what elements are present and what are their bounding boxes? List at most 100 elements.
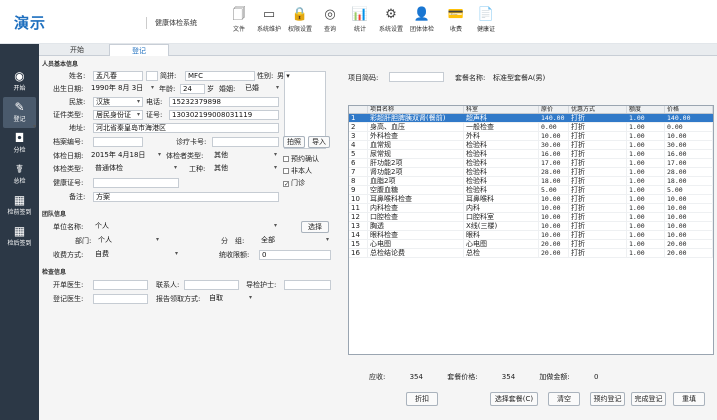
- limit-field[interactable]: 0: [259, 250, 331, 260]
- table-row[interactable]: 12 口腔检查 口腔科室 10.00 打折 1.00 10.00: [349, 213, 713, 222]
- table-cell: 打折: [569, 159, 627, 167]
- package-name-label: 套餐名称:: [455, 74, 486, 82]
- nonlocal-checkbox[interactable]: 非本人: [283, 166, 312, 176]
- table-row[interactable]: 16 总检结论费 总检 20.00 打折 1.00 20.00: [349, 249, 713, 258]
- sidebar-item-5[interactable]: ▦ 检前签到: [3, 190, 36, 221]
- table-cell: 1.00: [627, 177, 665, 185]
- table-row[interactable]: 11 内科检查 内科 10.00 打折 1.00 10.00: [349, 204, 713, 213]
- health-cert-field[interactable]: [93, 178, 179, 188]
- import-button[interactable]: 导入: [308, 136, 330, 148]
- registrar-field[interactable]: [93, 294, 148, 304]
- table-row[interactable]: 3 外科检查 外科 10.00 打折 1.00 10.00: [349, 132, 713, 141]
- clear-button[interactable]: 清空: [548, 392, 580, 406]
- table-cell: 口腔科室: [464, 213, 539, 221]
- table-cell: 检验科: [464, 168, 539, 176]
- gender-select[interactable]: 男 ▾: [277, 71, 290, 81]
- table-cell: 1.00: [627, 222, 665, 230]
- table-row[interactable]: 6 肝功能2项 检验科 17.00 打折 1.00 17.00: [349, 159, 713, 168]
- pay-select[interactable]: 自费: [93, 250, 180, 260]
- table-cell: 1.00: [627, 240, 665, 248]
- toolbar-3-button[interactable]: 🔒 权限设置: [283, 6, 317, 33]
- address-field[interactable]: 河北省秦皇岛市海港区: [93, 123, 279, 133]
- table-cell: 1.00: [627, 141, 665, 149]
- toolbar-label: 健康证: [476, 26, 495, 33]
- discount-button[interactable]: 折扣: [406, 392, 438, 406]
- dept-select[interactable]: 个人: [96, 236, 161, 246]
- toolbar-1-button[interactable]: 🗍 文件: [222, 6, 256, 33]
- select-package-button[interactable]: 选择套餐(C): [490, 392, 538, 406]
- table-cell: 打折: [569, 150, 627, 158]
- unit-select[interactable]: 个人: [93, 222, 279, 232]
- toolbar-7-button[interactable]: 👤 团体体检: [405, 6, 439, 33]
- sidebar-item-4[interactable]: ☤ 总检: [3, 159, 36, 190]
- color-box[interactable]: [146, 71, 158, 81]
- idtype-select[interactable]: 居民身份证: [93, 110, 143, 120]
- sidebar-item-6[interactable]: ▦ 检后签到: [3, 221, 36, 252]
- table-cell: 打折: [569, 177, 627, 185]
- contact-field[interactable]: [184, 280, 239, 290]
- table-row[interactable]: 9 空腹血糖 检验科 5.00 打折 1.00 5.00: [349, 186, 713, 195]
- select-unit-button[interactable]: 选择: [301, 221, 329, 233]
- name-field[interactable]: 孟凡春: [93, 71, 143, 81]
- exam-date-picker[interactable]: 2015年 4月18日: [89, 151, 163, 161]
- column-header[interactable]: 项目名称: [368, 106, 464, 113]
- toolbar-8-button[interactable]: 💳 收费: [439, 6, 473, 33]
- sidebar-item-3[interactable]: ◘ 分检: [3, 128, 36, 159]
- medcard-field[interactable]: [212, 137, 279, 147]
- table-row[interactable]: 10 耳鼻喉科检查 耳鼻喉科 10.00 打折 1.00 10.00: [349, 195, 713, 204]
- table-row[interactable]: 15 心电图 心电图 20.00 打折 1.00 20.00: [349, 240, 713, 249]
- toolbar-4-button[interactable]: ◎ 查询: [313, 6, 347, 33]
- column-header[interactable]: [349, 106, 368, 113]
- table-cell: 打折: [569, 195, 627, 203]
- age-field[interactable]: 24: [180, 84, 205, 94]
- column-header[interactable]: 价格: [665, 106, 713, 113]
- doctor-open-field[interactable]: [93, 280, 148, 290]
- appointment-register-button[interactable]: 预约登记: [590, 392, 625, 406]
- toolbar-2-button[interactable]: ▭ 系统维护: [252, 6, 286, 33]
- table-row[interactable]: 5 尿常规 检验科 16.00 打折 1.00 16.00: [349, 150, 713, 159]
- job-select[interactable]: 其他: [212, 164, 279, 174]
- toolbar-5-button[interactable]: 📊 统计: [343, 6, 377, 33]
- totals-bar: 应收: 354 套餐价格: 354 加做金额: 0: [369, 372, 620, 382]
- table-row[interactable]: 4 血常规 检验科 30.00 打折 1.00 30.00: [349, 141, 713, 150]
- column-header[interactable]: 额度: [627, 106, 665, 113]
- group-select[interactable]: 全部: [259, 236, 331, 246]
- ethnic-select[interactable]: 汉族: [93, 97, 143, 107]
- idno-field[interactable]: 130302199008031119: [169, 110, 279, 120]
- toolbar-9-button[interactable]: 📄 健康证: [469, 6, 503, 33]
- tab-start[interactable]: 开始: [47, 44, 107, 56]
- remark-field[interactable]: 方案: [93, 192, 279, 202]
- reset-button[interactable]: 重填: [673, 392, 705, 406]
- exam-type-select[interactable]: 普通体检: [93, 164, 179, 174]
- marital-select[interactable]: 已婚: [243, 84, 281, 94]
- column-header[interactable]: 优惠方式: [569, 106, 627, 113]
- column-header[interactable]: 原价: [539, 106, 569, 113]
- report-select[interactable]: 自取: [207, 294, 254, 304]
- sidebar-item-2[interactable]: ✎ 登记: [3, 97, 36, 128]
- archive-field[interactable]: [93, 137, 143, 147]
- exam-patient-select[interactable]: 其他: [212, 151, 279, 161]
- pay-label: 收费方式:: [53, 251, 84, 259]
- column-header[interactable]: 科室: [464, 106, 539, 113]
- table-row[interactable]: 1 彩超肝胆脾胰双肾(餐前) 超声科 140.00 打折 1.00 140.00: [349, 114, 713, 123]
- table-row[interactable]: 13 胸透 X线(三楼) 10.00 打折 1.00 10.00: [349, 222, 713, 231]
- table-row[interactable]: 8 血脂2项 检验科 18.00 打折 1.00 18.00: [349, 177, 713, 186]
- nurse-field[interactable]: [284, 280, 331, 290]
- project-code-field[interactable]: [389, 72, 444, 82]
- table-cell: 打折: [569, 213, 627, 221]
- complete-register-button[interactable]: 完成登记: [631, 392, 666, 406]
- table-row[interactable]: 2 身高、血压 一般检查 0.00 打折 1.00 0.00: [349, 123, 713, 132]
- phone-field[interactable]: 15232379898: [169, 97, 279, 107]
- outpatient-checkbox[interactable]: ✓ 门诊: [283, 178, 305, 188]
- appointment-checkbox[interactable]: 预约确认: [283, 154, 319, 164]
- spell-field[interactable]: MFC: [185, 71, 255, 81]
- sidebar-item-1[interactable]: ◉ 开始: [3, 66, 36, 97]
- toolbar-6-button[interactable]: ⚙ 系统设置: [374, 6, 408, 33]
- table-row[interactable]: 7 肾功能2项 检验科 28.00 打折 1.00 28.00: [349, 168, 713, 177]
- table-row[interactable]: 14 眼科检查 眼科 10.00 打折 1.00 10.00: [349, 231, 713, 240]
- photo-button[interactable]: 拍照: [283, 136, 305, 148]
- birth-date-picker[interactable]: 1990年 8月 3日: [89, 84, 156, 94]
- table-cell: 17.00: [665, 159, 713, 167]
- check-icon: ◘: [14, 131, 25, 145]
- toolbar-label: 文件: [232, 26, 245, 33]
